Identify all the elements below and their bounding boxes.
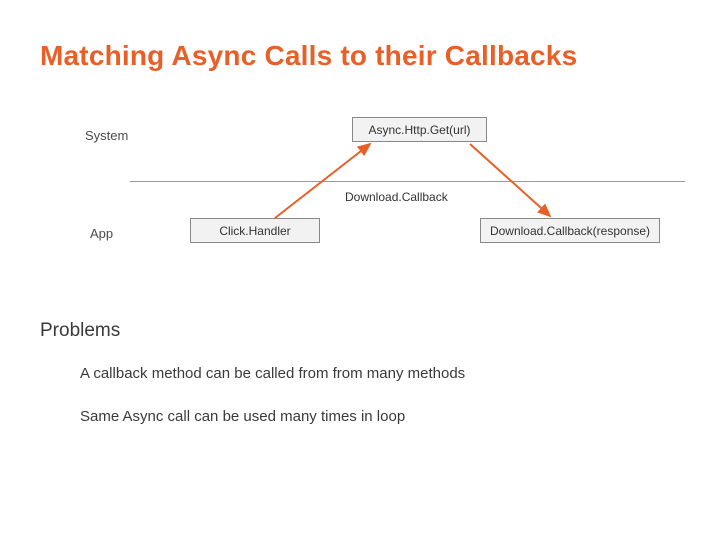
problem-item: A callback method can be called from fro… — [80, 365, 465, 382]
slide-title: Matching Async Calls to their Callbacks — [40, 40, 680, 72]
async-diagram: System App Async.Http.Get(url) Click.Han… — [70, 118, 690, 268]
problems-heading: Problems — [40, 320, 120, 342]
arrow-click-to-async — [70, 118, 690, 268]
problem-item: Same Async call can be used many times i… — [80, 408, 405, 425]
slide: Matching Async Calls to their Callbacks … — [0, 0, 720, 540]
